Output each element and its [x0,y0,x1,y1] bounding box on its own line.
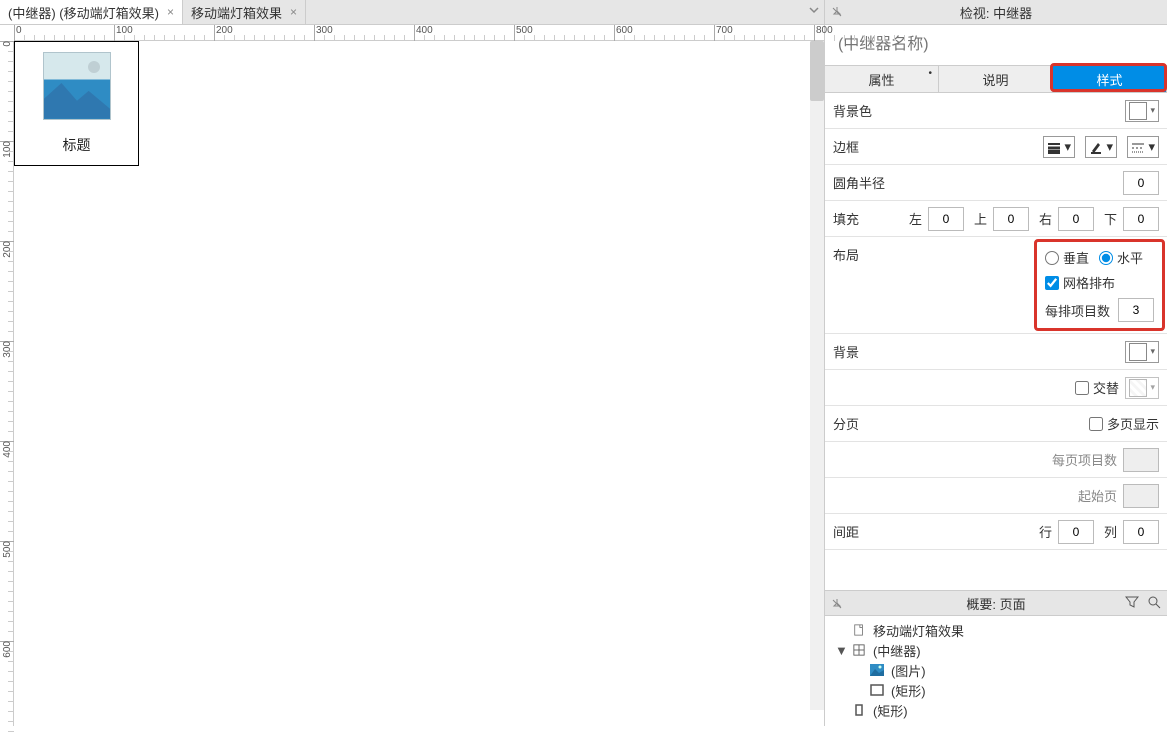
grid-icon [851,643,867,657]
outline-title: 概要: 页面 [966,594,1025,613]
row-spacing-label: 行 [1039,522,1052,541]
outline-tree[interactable]: 移动端灯箱效果▼(中继器)(图片)(矩形)(矩形) [825,616,1167,726]
outline-item-label: (图片) [891,661,926,680]
ruler-vertical: 0100200300400500600 [0,41,14,726]
tab-label: 移动端灯箱效果 [191,3,282,22]
startpage-input[interactable] [1123,484,1159,508]
inspector-title: 检视: 中继器 [960,3,1032,22]
outline-item-label: (矩形) [891,681,926,700]
close-icon[interactable]: × [290,5,297,19]
outline-item[interactable]: ▼ (中继器) [831,640,1161,660]
radius-label: 圆角半径 [833,173,893,192]
layout-label: 布局 [833,248,859,263]
layout-horizontal-radio[interactable]: 水平 [1099,248,1143,267]
spacing-label: 间距 [833,522,893,541]
tab-properties[interactable]: 属性 • [825,66,939,92]
close-icon[interactable]: × [167,5,174,19]
pad-left-label: 左 [909,209,922,228]
image-icon [869,663,885,677]
inspector-header: 检视: 中继器 [825,0,1167,25]
tree-twisty-icon[interactable]: ▼ [835,643,845,658]
search-icon[interactable] [1147,595,1161,612]
pad-top-input[interactable] [993,207,1029,231]
row-spacing-input[interactable] [1058,520,1094,544]
radio-label: 水平 [1117,248,1143,267]
widget-title-text: 标题 [15,135,138,155]
items-per-row-input[interactable] [1118,298,1154,322]
design-canvas[interactable]: 标题 [14,41,824,726]
border-label: 边框 [833,137,893,156]
outline-item[interactable]: (矩形) [831,680,1161,700]
pin-icon[interactable] [831,598,843,610]
bg-swatch-dropdown[interactable]: ▾ [1125,341,1159,363]
pad-bottom-label: 下 [1104,209,1117,228]
bgcolor-swatch-dropdown[interactable]: ▾ [1125,100,1159,122]
layout-grid-checkbox[interactable]: 网格排布 [1045,273,1115,292]
tabs-overflow-icon[interactable] [808,4,820,16]
per-page-input[interactable] [1123,448,1159,472]
col-spacing-label: 列 [1104,522,1117,541]
tab-label: (中继器) (移动端灯箱效果) [8,3,159,22]
layout-vertical-radio[interactable]: 垂直 [1045,248,1089,267]
document-tab-active[interactable]: (中继器) (移动端灯箱效果) × [0,0,183,24]
outline-item-label: (矩形) [873,701,908,720]
document-tab[interactable]: 移动端灯箱效果 × [183,0,306,24]
pad-top-label: 上 [974,209,987,228]
repeater-widget[interactable]: 标题 [14,41,139,166]
alt-checkbox[interactable]: 交替 [1075,378,1119,397]
canvas-scrollbar[interactable] [810,41,824,710]
ruler-horizontal: 0100200300400500600700800 [14,25,824,41]
col-spacing-input[interactable] [1123,520,1159,544]
outline-item[interactable]: (矩形) [831,700,1161,720]
padding-label: 填充 [833,209,893,228]
border-width-dropdown[interactable]: ▾ [1043,136,1075,158]
multipage-checkbox[interactable]: 多页显示 [1089,414,1159,433]
outline-item[interactable]: 移动端灯箱效果 [831,620,1161,640]
alt-swatch-dropdown[interactable]: ▾ [1125,377,1159,399]
pad-left-input[interactable] [928,207,964,231]
pad-right-label: 右 [1039,209,1052,228]
tab-label: 样式 [1096,70,1122,89]
tab-style[interactable]: 样式 [1053,66,1167,92]
filter-icon[interactable] [1125,595,1139,612]
pin-icon[interactable] [831,6,843,18]
document-tabs-bar: (中继器) (移动端灯箱效果) × 移动端灯箱效果 × [0,0,824,25]
checkbox-label: 交替 [1093,378,1119,397]
pad-bottom-input[interactable] [1123,207,1159,231]
widget-name-input[interactable] [831,31,1161,59]
paging-label: 分页 [833,414,893,433]
outline-item-label: (中继器) [873,641,921,660]
per-page-label: 每页项目数 [1052,450,1117,469]
radius-input[interactable] [1123,171,1159,195]
page-icon [851,623,867,637]
tab-label: 说明 [982,70,1008,89]
outline-item[interactable]: (图片) [831,660,1161,680]
bgcolor-label: 背景色 [833,101,893,120]
bg-label: 背景 [833,342,893,361]
rect-thin-icon [851,703,867,717]
tab-label: 属性 [868,70,894,89]
checkbox-label: 多页显示 [1107,414,1159,433]
radio-label: 垂直 [1063,248,1089,267]
items-per-row-label: 每排项目数 [1045,301,1110,320]
pad-right-input[interactable] [1058,207,1094,231]
startpage-label: 起始页 [1078,486,1117,505]
rect-icon [869,683,885,697]
image-placeholder-icon [43,52,111,120]
inspector-tabs: 属性 • 说明 样式 [825,65,1167,93]
outline-header: 概要: 页面 [825,590,1167,616]
outline-item-label: 移动端灯箱效果 [873,621,964,640]
border-color-dropdown[interactable]: ▾ [1085,136,1117,158]
checkbox-label: 网格排布 [1063,273,1115,292]
border-style-dropdown[interactable]: ▾ [1127,136,1159,158]
tab-notes[interactable]: 说明 [939,66,1053,92]
